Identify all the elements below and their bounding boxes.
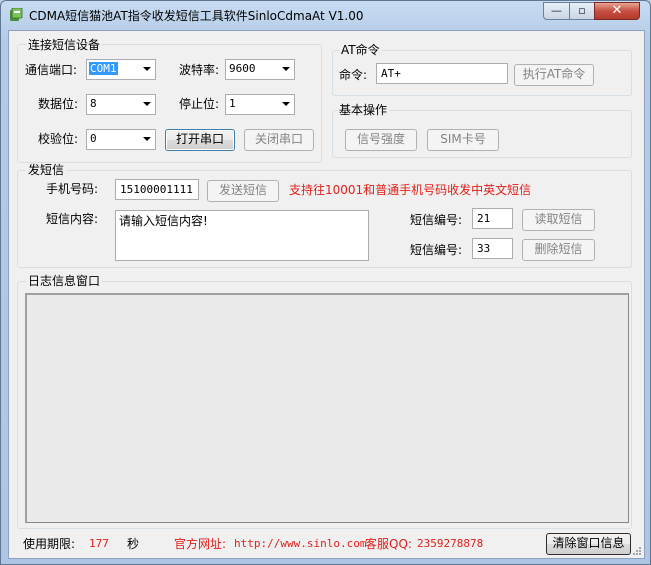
signal-strength-button[interactable]: 信号强度 bbox=[345, 129, 417, 151]
period-value: 177 bbox=[89, 537, 109, 550]
port-value: COM1 bbox=[89, 62, 118, 75]
qq-label: 客服QQ: bbox=[365, 537, 412, 551]
baud-select[interactable]: 9600 bbox=[225, 59, 295, 80]
qq-value: 2359278878 bbox=[417, 537, 484, 550]
sms-content-textarea[interactable]: 请输入短信内容! bbox=[115, 210, 369, 261]
port-label: 通信端口: bbox=[25, 63, 78, 77]
main-window: CDMA短信猫池AT指令收发短信工具软件SinloCdmaAt V1.00 — … bbox=[0, 0, 651, 565]
close-port-button[interactable]: 关闭串口 bbox=[244, 129, 314, 151]
site-label: 官方网址: bbox=[174, 537, 227, 551]
phone-value: 15100001111 bbox=[120, 183, 193, 196]
port-select[interactable]: COM1 bbox=[86, 59, 156, 80]
parity-label: 校验位: bbox=[38, 132, 79, 146]
phone-input[interactable]: 15100001111 bbox=[115, 179, 199, 200]
stopbits-value: 1 bbox=[229, 97, 236, 110]
at-group-label: AT命令 bbox=[339, 43, 382, 57]
chevron-down-icon bbox=[143, 67, 151, 71]
support-note: 支持往10001和普通手机号码收发中英文短信 bbox=[289, 183, 532, 197]
at-cmd-label: 命令: bbox=[339, 68, 368, 82]
log-textarea[interactable] bbox=[25, 293, 629, 523]
sim-number-button[interactable]: SIM卡号 bbox=[427, 129, 499, 151]
read-id-label: 短信编号: bbox=[410, 213, 463, 227]
databits-label: 数据位: bbox=[38, 97, 79, 111]
baud-value: 9600 bbox=[229, 62, 256, 75]
at-cmd-input[interactable]: AT+ bbox=[376, 63, 508, 84]
databits-value: 8 bbox=[90, 97, 97, 110]
sms-content-value: 请输入短信内容! bbox=[119, 214, 208, 228]
at-cmd-value: AT+ bbox=[381, 67, 401, 80]
databits-select[interactable]: 8 bbox=[86, 94, 156, 115]
del-id-label: 短信编号: bbox=[410, 243, 463, 257]
basic-group-label: 基本操作 bbox=[337, 103, 390, 117]
exec-at-button[interactable]: 执行AT命令 bbox=[514, 64, 594, 86]
chevron-down-icon bbox=[143, 102, 151, 106]
parity-select[interactable]: 0 bbox=[86, 129, 156, 150]
title-bar[interactable]: CDMA短信猫池AT指令收发短信工具软件SinloCdmaAt V1.00 — … bbox=[1, 1, 650, 29]
close-button[interactable]: ✕ bbox=[594, 2, 640, 20]
period-unit: 秒 bbox=[127, 537, 140, 551]
site-link[interactable]: http://www.sinlo.com bbox=[234, 536, 366, 552]
chevron-down-icon bbox=[143, 137, 151, 141]
sms-group-label: 发短信 bbox=[26, 163, 67, 177]
delete-sms-button[interactable]: 删除短信 bbox=[522, 239, 595, 261]
read-id-input[interactable]: 21 bbox=[472, 208, 513, 229]
app-icon bbox=[10, 8, 23, 21]
stopbits-label: 停止位: bbox=[179, 97, 220, 111]
stopbits-select[interactable]: 1 bbox=[225, 94, 295, 115]
content-label: 短信内容: bbox=[46, 212, 99, 226]
del-id-input[interactable]: 33 bbox=[472, 238, 513, 259]
window-title: CDMA短信猫池AT指令收发短信工具软件SinloCdmaAt V1.00 bbox=[29, 9, 364, 23]
baud-label: 波特率: bbox=[179, 63, 220, 77]
chevron-down-icon bbox=[282, 67, 290, 71]
client-area: 连接短信设备 通信端口: COM1 波特率: 9600 数据位: 8 停止位: … bbox=[8, 30, 645, 559]
resize-grip-icon[interactable] bbox=[632, 546, 642, 556]
minimize-button[interactable]: — bbox=[543, 2, 570, 20]
log-group-label: 日志信息窗口 bbox=[26, 274, 103, 288]
maximize-button[interactable]: ▫ bbox=[569, 2, 595, 20]
connect-group-label: 连接短信设备 bbox=[26, 38, 103, 52]
chevron-down-icon bbox=[282, 102, 290, 106]
send-sms-button[interactable]: 发送短信 bbox=[207, 180, 279, 202]
open-port-button[interactable]: 打开串口 bbox=[165, 129, 235, 151]
period-label: 使用期限: bbox=[23, 537, 76, 551]
read-sms-button[interactable]: 读取短信 bbox=[522, 209, 595, 231]
del-id-value: 33 bbox=[477, 242, 491, 255]
parity-value: 0 bbox=[90, 132, 97, 145]
phone-label: 手机号码: bbox=[46, 182, 99, 196]
read-id-value: 21 bbox=[477, 212, 491, 225]
clear-log-button[interactable]: 清除窗口信息 bbox=[546, 533, 631, 555]
